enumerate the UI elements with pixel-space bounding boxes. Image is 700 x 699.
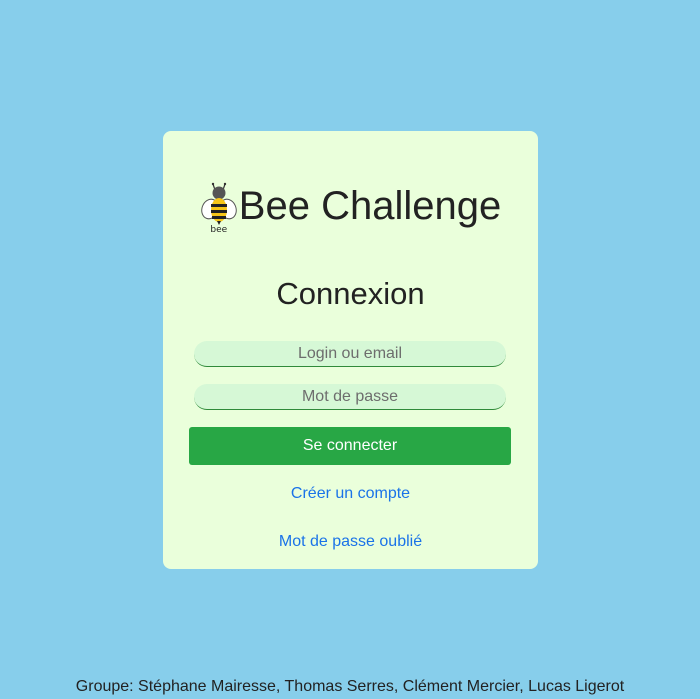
forgot-password-link[interactable]: Mot de passe oublié <box>163 533 538 551</box>
brand-header: bee Bee Challenge <box>163 181 538 237</box>
brand-title: Bee Challenge <box>238 184 502 228</box>
login-button[interactable]: Se connecter <box>189 427 511 465</box>
create-account-link[interactable]: Créer un compte <box>163 485 538 503</box>
password-input[interactable] <box>194 384 506 410</box>
bee-icon: bee <box>200 181 238 237</box>
footer-credits: Groupe: Stéphane Mairesse, Thomas Serres… <box>75 678 625 695</box>
bee-logo-text: bee <box>210 225 228 235</box>
login-heading: Connexion <box>276 276 425 311</box>
login-input[interactable] <box>194 341 506 367</box>
login-card: bee Bee Challenge Connexion Se connecter… <box>163 131 538 569</box>
